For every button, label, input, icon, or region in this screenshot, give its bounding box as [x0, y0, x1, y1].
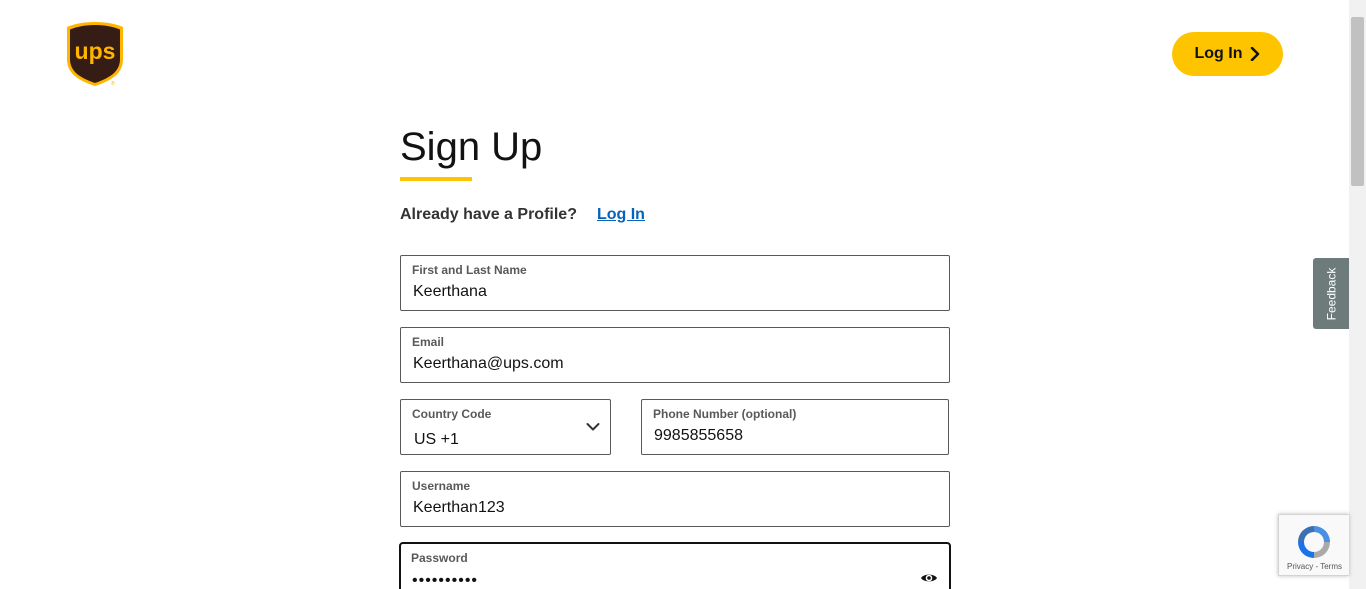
scrollbar-thumb[interactable]	[1351, 17, 1364, 186]
name-field-label: First and Last Name	[412, 263, 527, 277]
svg-text:ups: ups	[75, 38, 116, 64]
login-link[interactable]: Log In	[597, 205, 645, 225]
recaptcha-icon	[1298, 526, 1330, 558]
username-field-label: Username	[412, 479, 471, 493]
email-field[interactable]: Email Keerthana@ups.com	[400, 327, 950, 383]
country-code-value[interactable]: US +1	[414, 430, 459, 450]
already-have-profile: Already have a Profile? Log In	[400, 205, 645, 225]
svg-text:®: ®	[111, 80, 115, 87]
title-underline	[400, 177, 472, 181]
feedback-label: Feedback	[1324, 267, 1339, 320]
name-field-value[interactable]: Keerthana	[413, 282, 487, 302]
email-field-label: Email	[412, 335, 445, 349]
already-question-text: Already have a Profile?	[400, 206, 577, 223]
header-login-button[interactable]: Log In	[1172, 32, 1283, 76]
username-field[interactable]: Username Keerthan123	[400, 471, 950, 527]
phone-field[interactable]: Phone Number (optional) 9985855658	[641, 399, 949, 455]
ups-logo[interactable]: ups ®	[66, 21, 124, 87]
country-code-select[interactable]: Country Code US +1	[400, 399, 611, 455]
password-field[interactable]: Password ••••••••••	[399, 542, 951, 589]
chevron-right-icon	[1251, 47, 1260, 61]
page-title: Sign Up	[400, 125, 543, 169]
page-scrollbar[interactable]	[1349, 0, 1366, 589]
chevron-down-icon[interactable]	[586, 422, 600, 432]
country-code-label: Country Code	[412, 407, 492, 421]
recaptcha-badge[interactable]: Privacy - Terms	[1278, 514, 1349, 576]
header-login-label: Log In	[1194, 45, 1243, 62]
phone-field-label: Phone Number (optional)	[653, 407, 797, 421]
password-field-label: Password	[411, 551, 468, 565]
password-field-value[interactable]: ••••••••••	[412, 571, 478, 589]
name-field[interactable]: First and Last Name Keerthana	[400, 255, 950, 311]
phone-field-value[interactable]: 9985855658	[654, 426, 743, 446]
page: ups ® Log In Sign Up Already have a Prof…	[0, 0, 1366, 589]
feedback-tab[interactable]: Feedback	[1313, 258, 1349, 329]
email-field-value[interactable]: Keerthana@ups.com	[413, 354, 564, 374]
recaptcha-links[interactable]: Privacy - Terms	[1279, 562, 1350, 571]
eye-icon[interactable]	[920, 571, 938, 585]
username-field-value[interactable]: Keerthan123	[413, 498, 505, 518]
